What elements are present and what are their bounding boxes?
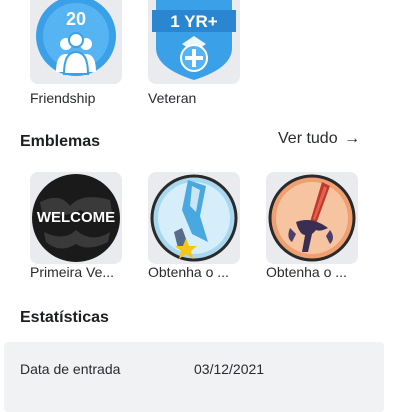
- badge-friendship-label: Friendship: [30, 90, 96, 106]
- emblem-tile-welcome[interactable]: WELCOME: [30, 172, 122, 264]
- emblem-label-welcome: Primeira Ve...: [30, 264, 115, 280]
- arrow-right-icon: →: [344, 130, 361, 147]
- veteran-badge-number: 1 YR+: [170, 12, 217, 31]
- emblem-tile-sword[interactable]: [266, 172, 358, 264]
- welcome-badge-text: WELCOME: [37, 209, 115, 226]
- emblem-label-crystal: Obtenha o ...: [148, 264, 229, 280]
- badge-veteran-label: Veteran: [148, 90, 197, 106]
- badge-friendship-tile[interactable]: 20: [30, 0, 122, 84]
- veteran-badge-icon: 1 YR+: [152, 0, 236, 80]
- crystal-star-badge-icon: [150, 174, 238, 262]
- emblem-tile-crystal[interactable]: [148, 172, 240, 264]
- badge-veteran-tile[interactable]: 1 YR+: [148, 0, 240, 84]
- emblem-label-sword: Obtenha o ...: [266, 264, 347, 280]
- emblems-title: Emblemas: [20, 133, 101, 150]
- sword-badge-icon: [268, 174, 356, 262]
- stat-label-join-date: Data de entrada: [20, 361, 121, 377]
- see-all-label: Ver tudo: [278, 130, 338, 147]
- stats-title: Estatísticas: [20, 309, 109, 326]
- stats-panel: Data de entrada 03/12/2021: [4, 342, 384, 412]
- welcome-badge-icon: WELCOME: [32, 174, 120, 262]
- friendship-badge-number: 20: [66, 9, 86, 29]
- friendship-badge-icon: 20: [36, 0, 116, 76]
- see-all-link[interactable]: Ver tudo →: [278, 130, 360, 148]
- stat-value-join-date: 03/12/2021: [194, 361, 265, 377]
